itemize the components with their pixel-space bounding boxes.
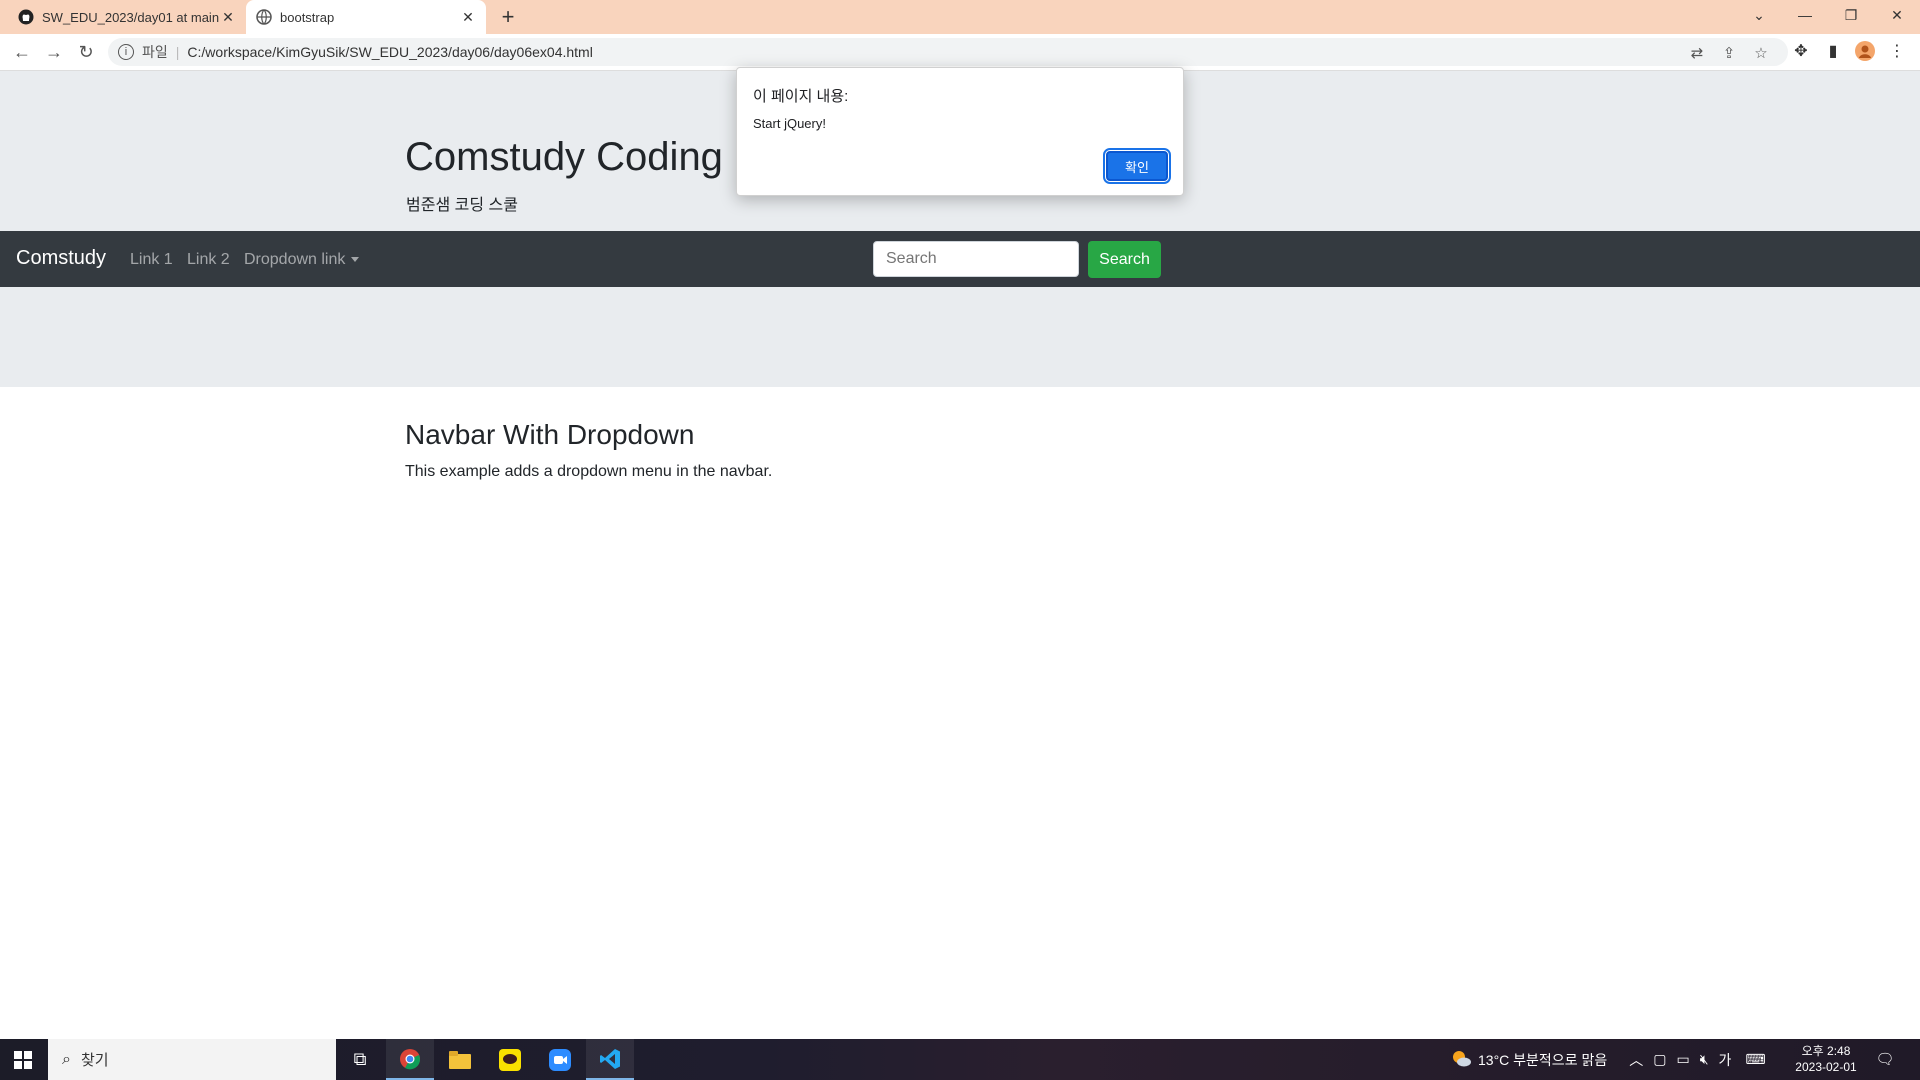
chrome-icon[interactable] — [386, 1039, 434, 1080]
browser-toolbar: ← → ↻ i 파일 | C:/workspace/KimGyuSik/SW_E… — [0, 34, 1920, 71]
translate-icon[interactable]: ⇄ — [1688, 44, 1706, 62]
tab-search-icon[interactable]: ⌄ — [1736, 0, 1782, 30]
back-button[interactable]: ← — [10, 40, 34, 64]
content-paragraph: This example adds a dropdown menu in the… — [405, 463, 773, 480]
github-icon — [18, 9, 34, 25]
system-tray: 13°C 부분적으로 맑음 ︿ ▢ ▭ 🔇︎ 가 ⌨ — [1450, 1039, 1766, 1080]
url-separator: | — [175, 44, 180, 60]
globe-icon — [256, 9, 272, 25]
taskbar-search-label: 찾기 — [80, 1052, 109, 1069]
task-view-icon[interactable]: ⧉ — [336, 1039, 384, 1080]
search-button[interactable]: Search — [1088, 241, 1161, 278]
windows-start-icon[interactable] — [0, 1039, 46, 1080]
close-icon[interactable]: ✕ — [220, 9, 236, 25]
new-tab-button[interactable]: + — [496, 6, 520, 28]
zoom-icon[interactable] — [536, 1039, 584, 1080]
alert-dialog: 이 페이지 내용: Start jQuery! 확인 — [736, 67, 1184, 196]
clock[interactable]: 오후 2:48 2023-02-01 — [1790, 1043, 1862, 1075]
address-bar[interactable]: i 파일 | C:/workspace/KimGyuSik/SW_EDU_202… — [108, 38, 1788, 66]
notification-icon[interactable]: 🗨︎ — [1874, 1049, 1896, 1069]
url-scheme: 파일 — [142, 44, 168, 60]
nav-link-2[interactable]: Link 2 — [187, 251, 230, 269]
content-heading: Navbar With Dropdown — [405, 419, 695, 450]
network-icon[interactable]: ▭ — [1676, 1051, 1689, 1068]
tab-github[interactable]: SW_EDU_2023/day01 at main · ✕ — [8, 0, 246, 34]
speaker-muted-icon[interactable]: 🔇︎ — [1700, 1051, 1709, 1068]
navbar-brand[interactable]: Comstudy — [16, 247, 106, 270]
vscode-icon[interactable] — [586, 1039, 634, 1080]
close-icon[interactable]: ✕ — [460, 9, 476, 25]
tab-title: bootstrap — [280, 9, 335, 25]
search-input[interactable] — [873, 241, 1079, 277]
weather-text[interactable]: 13°C 부분적으로 맑음 — [1478, 1050, 1607, 1070]
nav-link-1[interactable]: Link 1 — [130, 251, 173, 269]
reload-button[interactable]: ↻ — [74, 40, 98, 64]
menu-dots-icon[interactable]: ⋮ — [1886, 40, 1908, 62]
keyboard-icon[interactable]: ⌨ — [1745, 1051, 1765, 1068]
minimize-button[interactable]: — — [1782, 0, 1828, 30]
clock-time: 오후 2:48 — [1801, 1044, 1851, 1058]
dropdown-label: Dropdown link — [244, 251, 346, 268]
side-panel-icon[interactable]: ▮ — [1822, 40, 1844, 62]
ok-button[interactable]: 확인 — [1103, 148, 1171, 184]
meet-now-icon[interactable]: ▢ — [1653, 1051, 1666, 1068]
page-title: Comstudy Coding — [405, 135, 723, 179]
forward-button[interactable]: → — [42, 40, 66, 64]
tab-strip: SW_EDU_2023/day01 at main · ✕ bootstrap … — [0, 0, 1920, 34]
weather-icon[interactable] — [1450, 1049, 1472, 1070]
web-page: Comstudy Coding 범준샘 코딩 스쿨 Comstudy Link … — [0, 71, 1920, 1039]
restore-button[interactable]: ❐ — [1828, 0, 1874, 30]
taskbar: ⌕ 찾기 ⧉ 13°C 부분적으로 맑음 ︿ ▢ ▭ 🔇︎ 가 ⌨ 오후 2:4… — [0, 1039, 1920, 1080]
clock-date: 2023-02-01 — [1795, 1060, 1857, 1074]
info-icon[interactable]: i — [118, 44, 134, 60]
nav-dropdown-link[interactable]: Dropdown link — [244, 251, 360, 269]
navbar: Comstudy Link 1 Link 2 Dropdown link Sea… — [0, 231, 1920, 287]
content-banner — [0, 287, 1920, 387]
ime-indicator[interactable]: 가 — [1719, 1050, 1732, 1070]
profile-avatar[interactable] — [1854, 40, 1876, 62]
alert-title: 이 페이지 내용: — [753, 88, 849, 105]
file-explorer-icon[interactable] — [436, 1039, 484, 1080]
chevron-up-icon[interactable]: ︿ — [1629, 1050, 1643, 1070]
bookmark-star-icon[interactable]: ☆ — [1752, 44, 1770, 62]
taskbar-search[interactable]: ⌕ 찾기 — [48, 1039, 336, 1080]
alert-message: Start jQuery! — [753, 116, 826, 131]
close-window-button[interactable]: ✕ — [1874, 0, 1920, 30]
url-text: C:/workspace/KimGyuSik/SW_EDU_2023/day06… — [187, 44, 593, 60]
extensions-icon[interactable]: ✥ — [1790, 40, 1812, 62]
search-icon: ⌕ — [62, 1050, 71, 1068]
tab-title: SW_EDU_2023/day01 at main · — [42, 9, 220, 25]
tab-bootstrap[interactable]: bootstrap ✕ — [246, 0, 486, 34]
page-subtitle: 범준샘 코딩 스쿨 — [406, 197, 518, 214]
kakaotalk-icon[interactable] — [486, 1039, 534, 1080]
caret-down-icon — [351, 257, 360, 263]
share-icon[interactable]: ⇪ — [1720, 44, 1738, 62]
